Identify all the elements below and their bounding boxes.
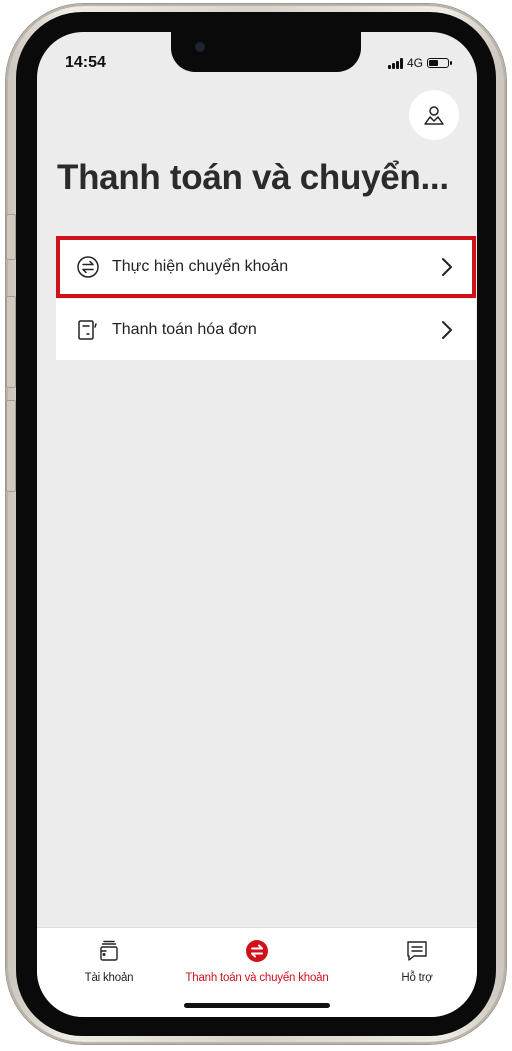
status-indicators: 4G [387,56,452,70]
transfer-arrows-icon [76,255,100,279]
menu-item-label: Thanh toán hóa đơn [112,320,257,338]
chevron-right-icon [442,320,452,339]
battery-icon [427,58,452,68]
mute-switch [6,214,16,260]
tab-payments-transfers[interactable]: Thanh toán và chuyển khoản [177,938,337,984]
transfer-arrows-icon [244,938,270,964]
notch [171,32,361,72]
screen: 14:54 4G Thanh toán và chuyển... Thực hi… [37,32,477,1017]
chevron-right-icon [442,258,452,276]
profile-button[interactable] [409,90,459,140]
chat-icon [404,938,430,964]
signal-bars-icon [387,57,403,69]
tab-label: Thanh toán và chuyển khoản [185,972,329,984]
tab-label: Tài khoản [84,972,134,984]
status-time: 14:54 [65,54,106,71]
menu-item-transfer[interactable]: Thực hiện chuyển khoản [56,236,476,298]
tab-accounts[interactable]: Tài khoản [37,938,189,984]
tab-label: Hỗ trợ [401,972,433,984]
page-title: Thanh toán và chuyển... [57,158,449,197]
tab-bar: Tài khoản Thanh toán và chuyển khoản Hỗ … [37,927,477,1017]
volume-up-button [6,296,16,388]
user-icon [424,106,444,125]
menu-list: Thực hiện chuyển khoản Thanh toán hóa đơ… [56,236,476,360]
menu-item-label: Thực hiện chuyển khoản [112,258,289,275]
network-type: 4G [406,56,423,70]
front-camera [195,42,205,52]
wallet-icon [96,938,122,964]
home-indicator[interactable] [184,1003,330,1008]
tab-support[interactable]: Hỗ trợ [337,938,477,984]
menu-item-pay-bill[interactable]: Thanh toán hóa đơn [56,298,476,360]
bill-icon [76,318,100,342]
volume-down-button [6,400,16,492]
